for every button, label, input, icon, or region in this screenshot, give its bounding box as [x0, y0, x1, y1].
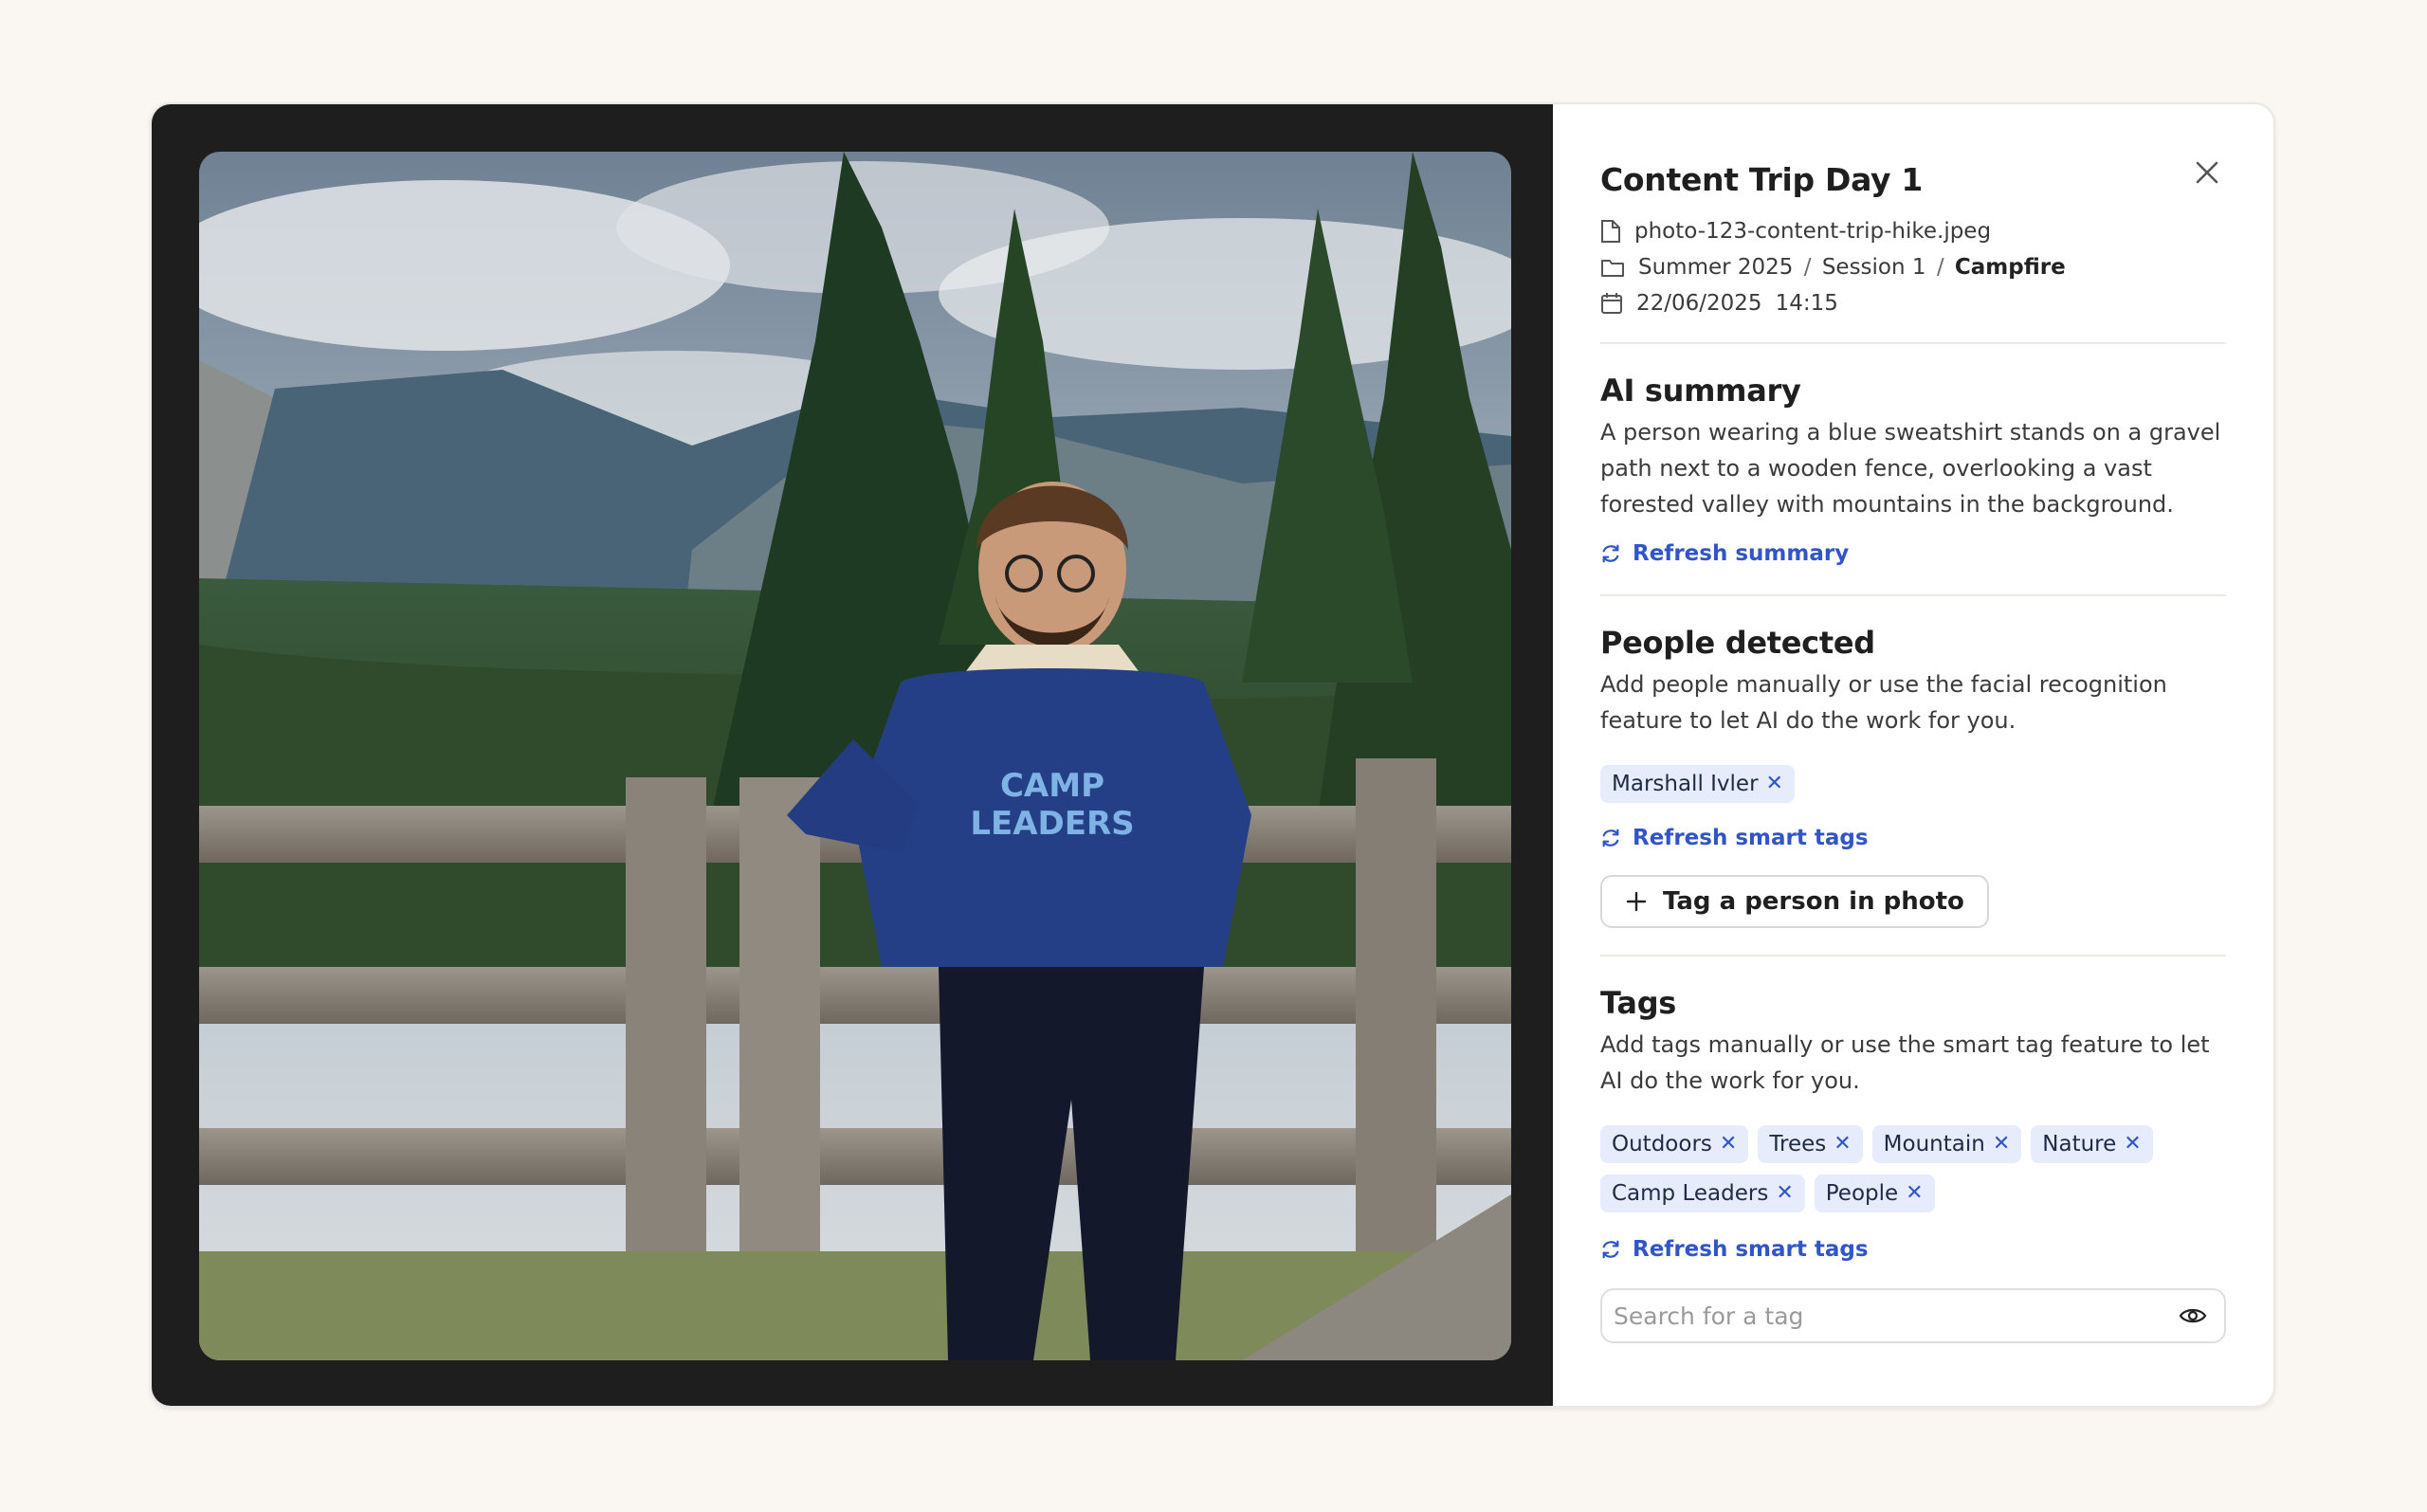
tags-heading: Tags: [1600, 985, 1677, 1021]
photo: CAMP LEADERS: [199, 152, 1511, 1360]
person-chip-label: Marshall Ivler: [1612, 772, 1759, 796]
refresh-icon: [1602, 544, 1619, 563]
person-chip[interactable]: Marshall Ivler ✕: [1600, 765, 1795, 803]
close-button[interactable]: [2188, 154, 2226, 191]
ai-summary-section: AI summary A person wearing a blue sweat…: [1600, 344, 2226, 594]
photo-detail-modal: CAMP LEADERS Content Trip Day 1 photo-12…: [150, 102, 2275, 1408]
tag-chip-label: Camp Leaders: [1612, 1181, 1769, 1206]
detail-sidebar: Content Trip Day 1 photo-123-content-tri…: [1553, 104, 2273, 1406]
refresh-icon: [1602, 1240, 1619, 1259]
tag-chip-label: Nature: [2042, 1132, 2117, 1157]
people-section: People detected Add people manually or u…: [1600, 596, 2226, 955]
tag-chip[interactable]: Nature ✕: [2031, 1125, 2153, 1163]
remove-chip-icon[interactable]: ✕: [1993, 1134, 2010, 1155]
remove-chip-icon[interactable]: ✕: [1766, 774, 1783, 794]
remove-chip-icon[interactable]: ✕: [1720, 1134, 1737, 1155]
tags-text: Add tags manually or use the smart tag f…: [1600, 1031, 2210, 1094]
breadcrumb-item-1[interactable]: Summer 2025: [1638, 255, 1793, 280]
breadcrumb-item-3[interactable]: Campfire: [1955, 255, 2066, 280]
tag-chips: Outdoors ✕ Trees ✕ Mountain ✕ Nature ✕ Camp …: [1600, 1125, 2226, 1212]
folder-icon: [1601, 260, 1624, 277]
photo-illustration: CAMP LEADERS: [199, 152, 1511, 1360]
file-icon: [1601, 220, 1620, 243]
breadcrumb-separator: /: [1803, 255, 1812, 280]
filename-row: photo-123-content-trip-hike.jpeg: [1600, 213, 2226, 249]
date: 22/06/2025: [1636, 291, 1762, 316]
photo-pane: CAMP LEADERS: [152, 104, 1553, 1406]
remove-chip-icon[interactable]: ✕: [2124, 1134, 2141, 1155]
tag-chip-label: Outdoors: [1612, 1132, 1712, 1157]
ai-summary-heading: AI summary: [1600, 373, 1801, 409]
tag-chip[interactable]: Mountain ✕: [1871, 1125, 2022, 1163]
remove-chip-icon[interactable]: ✕: [1776, 1183, 1793, 1204]
time: 14:15: [1775, 291, 1838, 316]
tag-chip[interactable]: Camp Leaders ✕: [1600, 1175, 1805, 1212]
tag-chip[interactable]: Outdoors ✕: [1600, 1125, 1749, 1163]
filename: photo-123-content-trip-hike.jpeg: [1634, 219, 1992, 244]
refresh-people-tags-label: Refresh smart tags: [1633, 826, 1869, 850]
ai-summary-text: A person wearing a blue sweatshirt stand…: [1600, 419, 2221, 518]
remove-chip-icon[interactable]: ✕: [1834, 1134, 1851, 1155]
sweatshirt-text-2: LEADERS: [970, 805, 1134, 843]
tag-person-label: Tag a person in photo: [1663, 887, 1964, 916]
calendar-icon: [1601, 293, 1622, 314]
tag-chip-label: Trees: [1769, 1132, 1827, 1157]
tag-chip-label: People: [1825, 1181, 1899, 1206]
tag-search-input[interactable]: [1614, 1302, 2179, 1330]
refresh-summary-button[interactable]: Refresh summary: [1600, 541, 1849, 566]
breadcrumb: Summer 2025 / Session 1 / Campfire: [1600, 249, 2226, 285]
refresh-smart-tags-label: Refresh smart tags: [1633, 1237, 1869, 1262]
page-title: Content Trip Day 1: [1600, 161, 1924, 198]
breadcrumb-item-2[interactable]: Session 1: [1822, 255, 1926, 280]
date-row: 22/06/2025 14:15: [1600, 285, 2226, 321]
breadcrumb-separator: /: [1936, 255, 1944, 280]
close-icon: [2196, 161, 2218, 184]
tag-chip-label: Mountain: [1883, 1132, 1985, 1157]
refresh-summary-label: Refresh summary: [1633, 541, 1850, 566]
eye-icon[interactable]: [2179, 1305, 2207, 1326]
remove-chip-icon[interactable]: ✕: [1906, 1183, 1923, 1204]
refresh-smart-tags-button[interactable]: Refresh smart tags: [1600, 1237, 1869, 1262]
tags-section: Tags Add tags manually or use the smart …: [1600, 956, 2226, 1370]
people-text: Add people manually or use the facial re…: [1600, 671, 2167, 734]
people-chips: Marshall Ivler ✕: [1600, 765, 2226, 803]
file-meta: photo-123-content-trip-hike.jpeg Summer …: [1600, 213, 2226, 321]
tag-chip[interactable]: People ✕: [1814, 1175, 1935, 1212]
people-heading: People detected: [1600, 625, 1875, 661]
refresh-icon: [1602, 829, 1619, 847]
sweatshirt-text-1: CAMP: [1000, 767, 1104, 805]
tag-search-box: [1600, 1288, 2226, 1343]
plus-icon: [1626, 891, 1647, 912]
tag-chip[interactable]: Trees ✕: [1758, 1125, 1863, 1163]
tag-person-button[interactable]: Tag a person in photo: [1600, 875, 1989, 928]
refresh-people-tags-button[interactable]: Refresh smart tags: [1600, 826, 1869, 850]
